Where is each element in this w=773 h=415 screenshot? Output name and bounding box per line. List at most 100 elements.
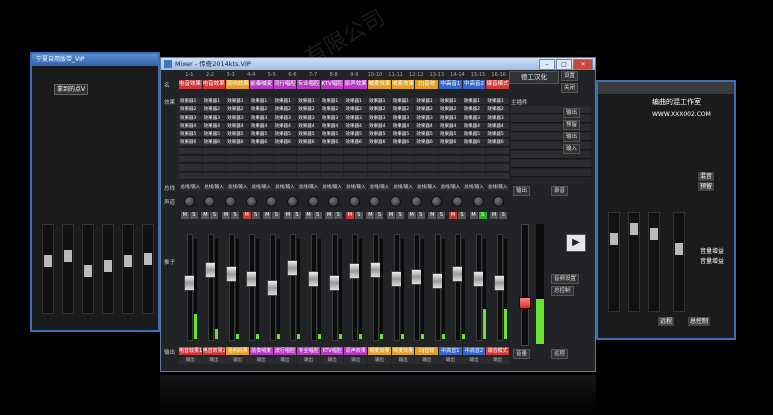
channel-label[interactable]: 专业唱腔	[297, 80, 320, 89]
output-select[interactable]: 输出	[249, 357, 273, 364]
fx-slot[interactable]: 效果器5	[179, 131, 202, 139]
pan-knob[interactable]	[328, 196, 340, 207]
fader-track[interactable]	[372, 234, 379, 341]
fx-slot[interactable]: 效果器6	[226, 139, 249, 147]
output-select[interactable]: 输出	[202, 357, 226, 364]
fx-slot[interactable]: 效果器5	[297, 131, 320, 139]
output-select[interactable]: 输出	[486, 357, 509, 364]
fx-slot[interactable]: 效果器4	[226, 122, 249, 131]
channel-label[interactable]: 流行唱腔	[273, 80, 297, 89]
fx-slot[interactable]	[368, 156, 391, 164]
fx-slot[interactable]	[320, 147, 344, 156]
bus-select[interactable]: 总线/输入	[462, 184, 486, 191]
fx-slot[interactable]: 效果器4	[297, 122, 320, 131]
solo-button[interactable]: S	[272, 212, 281, 219]
channel-label[interactable]: 中高音2	[462, 347, 486, 355]
bus-select[interactable]: 总线/输入	[320, 184, 344, 191]
fx-slot[interactable]: 效果器5	[439, 131, 462, 139]
bus-select[interactable]: 总线/输入	[226, 184, 249, 191]
channel-label[interactable]: 电音效果2	[202, 80, 226, 89]
fx-slot[interactable]: 效果器4	[415, 122, 439, 131]
fx-slot[interactable]	[202, 156, 226, 164]
fx-slot[interactable]: 效果器3	[273, 114, 297, 122]
pan-knob[interactable]	[245, 196, 257, 207]
bus-select[interactable]: 总线/输入	[179, 184, 202, 191]
fx-slot[interactable]: 效果器4	[179, 122, 202, 131]
fx-slot[interactable]: 效果器3	[462, 114, 486, 122]
pan-knob[interactable]	[451, 196, 463, 207]
fx-slot[interactable]	[462, 147, 486, 156]
fx-slot[interactable]	[344, 147, 368, 156]
mute-button[interactable]: M	[490, 212, 499, 219]
pan-knob[interactable]	[204, 196, 216, 207]
fx-slot[interactable]: 效果器5	[273, 131, 297, 139]
fx-slot[interactable]	[439, 172, 462, 180]
master-remote-button[interactable]: 远程	[551, 349, 569, 359]
fx-slot[interactable]: 效果器4	[249, 122, 273, 131]
solo-button[interactable]: S	[437, 212, 446, 219]
fx-slot[interactable]: 效果器4	[202, 122, 226, 131]
minimize-button[interactable]: –	[539, 59, 555, 70]
channel-label[interactable]: DJ音效	[415, 80, 439, 89]
maximize-button[interactable]: □	[556, 59, 572, 70]
fx-slot[interactable]	[273, 172, 297, 180]
fx-slot[interactable]	[391, 172, 415, 180]
fx-slot[interactable]: 效果器2	[202, 106, 226, 114]
fx-slot[interactable]: 效果器5	[486, 131, 509, 139]
bus-select[interactable]: 总线/输入	[249, 184, 273, 191]
solo-button[interactable]: S	[375, 212, 384, 219]
fx-slot[interactable]: 效果器2	[439, 106, 462, 114]
channel-label[interactable]: 原声效果	[344, 347, 368, 355]
fx-slot[interactable]	[273, 164, 297, 172]
fx-slot[interactable]	[368, 147, 391, 156]
fx-slot[interactable]	[486, 164, 509, 172]
fx-slot[interactable]: 效果器1	[297, 98, 320, 106]
fx-slot[interactable]	[297, 164, 320, 172]
channel-label[interactable]: 流行唱腔	[273, 347, 297, 355]
master-section[interactable]: 输出 录音 ▶ 音频设置 总控制 音量 远程	[511, 184, 591, 369]
fx-slot[interactable]	[226, 156, 249, 164]
output-select[interactable]: 输出	[297, 357, 320, 364]
fx-slot[interactable]: 效果器5	[202, 131, 226, 139]
fx-slot[interactable]: 效果器1	[462, 98, 486, 106]
fx-slot[interactable]	[439, 156, 462, 164]
output-select[interactable]: 输出	[226, 357, 249, 364]
fx-slot[interactable]: 效果器3	[226, 114, 249, 122]
fx-slot[interactable]	[320, 172, 344, 180]
fx-slot[interactable]	[344, 172, 368, 180]
fx-slot[interactable]	[202, 147, 226, 156]
pan-knob[interactable]	[472, 196, 484, 207]
channel-label[interactable]: 电音效果2	[202, 347, 226, 355]
fx-slot[interactable]: 效果器6	[391, 139, 415, 147]
channel-label[interactable]: KTV唱腔	[320, 80, 344, 89]
channel-label[interactable]: 原声效果	[344, 80, 368, 89]
pan-knob[interactable]	[493, 196, 505, 207]
fx-slot[interactable]: 效果器4	[368, 122, 391, 131]
fx-slot[interactable]: 效果器3	[391, 114, 415, 122]
fx-slot[interactable]: 效果器5	[415, 131, 439, 139]
fader-track[interactable]	[455, 234, 462, 341]
fx-slot[interactable]: 效果器5	[344, 131, 368, 139]
fx-slot[interactable]: 效果器4	[439, 122, 462, 131]
channel-label[interactable]: 爆音模式	[486, 347, 509, 355]
solo-button[interactable]: S	[416, 212, 425, 219]
solo-button[interactable]: S	[457, 212, 466, 219]
fx-slot[interactable]	[391, 147, 415, 156]
bus-select[interactable]: 总线/输入	[273, 184, 297, 191]
mute-button[interactable]: M	[222, 212, 231, 219]
fx-slot[interactable]: 效果器1	[273, 98, 297, 106]
channel-label[interactable]: 电音效果1	[179, 80, 202, 89]
fx-slot[interactable]	[462, 164, 486, 172]
fx-slot[interactable]: 效果器1	[320, 98, 344, 106]
fx-slot[interactable]	[439, 164, 462, 172]
output-select[interactable]: 输出	[415, 357, 439, 364]
fx-slot[interactable]: 效果器1	[249, 98, 273, 106]
pan-knob[interactable]	[286, 196, 298, 207]
fx-slot[interactable]: 效果器2	[273, 106, 297, 114]
fx-slot[interactable]: 效果器3	[486, 114, 509, 122]
fx-slot[interactable]: 效果器4	[344, 122, 368, 131]
output-select[interactable]: 输出	[439, 357, 462, 364]
fx-slot[interactable]: 效果器2	[415, 106, 439, 114]
fx-slot[interactable]	[226, 164, 249, 172]
fx-slot[interactable]	[415, 156, 439, 164]
